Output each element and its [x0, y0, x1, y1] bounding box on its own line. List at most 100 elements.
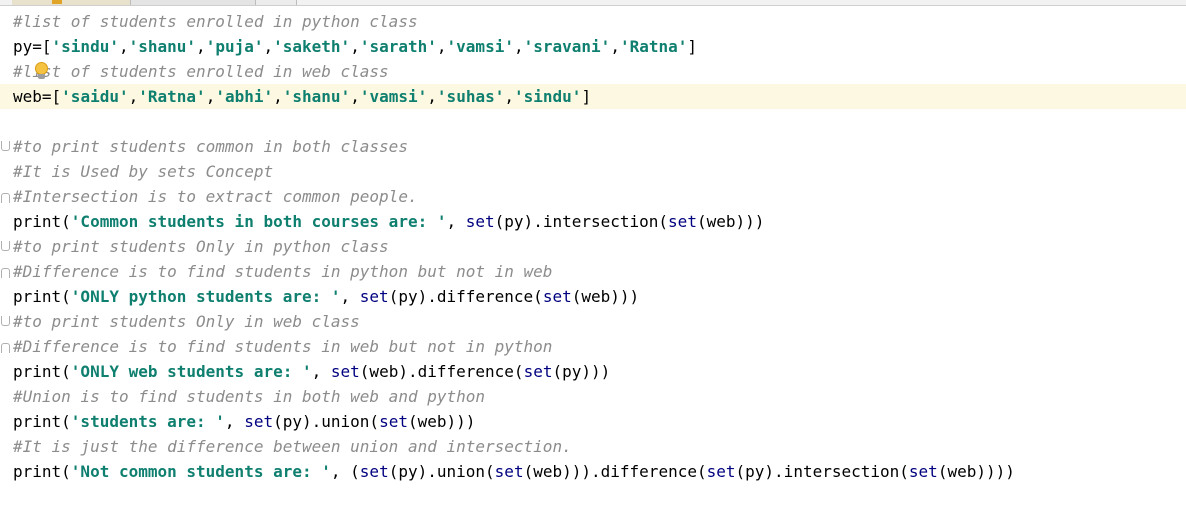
lightbulb-icon[interactable] [35, 62, 48, 80]
code-token-plain: , [224, 412, 245, 431]
code-token-plain: , [273, 87, 283, 106]
code-token-str: 'saketh' [273, 37, 351, 56]
code-token-plain: print( [13, 462, 71, 481]
code-token-builtin: set [465, 212, 495, 231]
code-token-plain: print( [13, 287, 71, 306]
code-line[interactable]: #to print students Only in web class [1, 309, 1186, 334]
code-token-plain: , [128, 87, 139, 106]
code-line[interactable]: #to print students Only in python class [1, 234, 1186, 259]
code-line[interactable] [13, 109, 1186, 134]
code-token-plain: (py))) [552, 362, 611, 381]
code-editor[interactable]: #list of students enrolled in python cla… [0, 9, 1186, 505]
code-token-plain: (web)))) [937, 462, 1015, 481]
fold-end-icon[interactable] [1, 268, 10, 278]
code-line[interactable]: print('ONLY web students are: ', set(web… [13, 359, 1186, 384]
code-token-str: 'vamsi' [446, 37, 514, 56]
code-token-plain: web=[ [13, 87, 62, 106]
code-token-str: 'students are: ' [70, 412, 225, 431]
code-token-comment: #It is just the difference between union… [13, 437, 572, 456]
code-token-builtin: set [494, 462, 524, 481]
editor-gutter[interactable] [0, 6, 10, 505]
fold-start-icon[interactable] [1, 241, 10, 251]
code-line[interactable]: #to print students common in both classe… [1, 134, 1186, 159]
fold-end-icon[interactable] [1, 193, 10, 203]
code-token-plain: , [446, 212, 466, 231]
editor-tab[interactable] [131, 0, 256, 5]
fold-start-icon[interactable] [1, 141, 10, 151]
code-token-comment: #list of students enrolled in python cla… [13, 12, 418, 31]
code-token-plain: , [340, 287, 360, 306]
code-token-str: 'Ratna' [138, 87, 206, 106]
lightbulb-base [38, 74, 45, 79]
code-line[interactable]: print('Common students in both courses a… [13, 209, 1186, 234]
editor-tab-active[interactable] [12, 0, 131, 5]
code-line[interactable]: #It is just the difference between union… [13, 434, 1186, 459]
code-token-comment: #It is Used by sets Concept [13, 162, 274, 181]
code-line[interactable]: #It is Used by sets Concept [13, 159, 1186, 184]
code-token-str: 'sindu' [514, 87, 582, 106]
code-line[interactable]: print('ONLY python students are: ', set(… [13, 284, 1186, 309]
code-line[interactable]: print('Not common students are: ', (set(… [13, 459, 1186, 484]
code-token-plain: (py).difference( [388, 287, 543, 306]
code-token-str: 'sarath' [359, 37, 437, 56]
code-token-str: 'shanu' [282, 87, 351, 106]
code-token-plain: (web))).difference( [523, 462, 707, 481]
code-line[interactable]: #Union is to find students in both web a… [13, 384, 1186, 409]
code-token-str: 'saidu' [61, 87, 129, 106]
code-line[interactable]: #Intersection is to extract common peopl… [1, 184, 1186, 209]
code-token-plain: , [350, 87, 360, 106]
fold-start-icon[interactable] [1, 316, 10, 326]
code-line[interactable]: print('students are: ', set(py).union(se… [13, 409, 1186, 434]
code-token-str: 'sindu' [51, 37, 119, 56]
code-token-str: 'abhi' [215, 87, 274, 106]
code-token-plain: , [311, 362, 331, 381]
code-token-plain: , [504, 87, 514, 106]
code-token-builtin: set [359, 287, 389, 306]
code-token-comment: #Intersection is to extract common peopl… [13, 187, 418, 206]
code-token-plain: , [350, 37, 360, 56]
code-token-plain: , [610, 37, 620, 56]
code-token-builtin: set [542, 287, 572, 306]
code-token-comment: #to print students common in both classe… [13, 137, 408, 156]
code-token-str: 'ONLY web students are: ' [70, 362, 312, 381]
editor-tab-strip[interactable] [0, 0, 1186, 6]
code-token-plain: ] [687, 37, 698, 56]
editor-tab[interactable] [256, 0, 297, 5]
code-line[interactable]: py=['sindu','shanu','puja','saketh','sar… [13, 34, 1186, 59]
code-token-builtin: set [379, 412, 408, 431]
code-token-plain: (web).difference( [359, 362, 524, 381]
code-line[interactable]: #Difference is to find students in web b… [1, 334, 1186, 359]
code-line-current[interactable]: web=['saidu','Ratna','abhi','shanu','vam… [0, 84, 1186, 109]
code-token-str: 'Common students in both courses are: ' [70, 212, 447, 231]
code-token-plain: print( [13, 412, 71, 431]
code-token-plain: (web))) [696, 212, 765, 231]
code-token-comment: #Difference is to find students in web b… [13, 337, 553, 356]
code-token-builtin: set [908, 462, 938, 481]
code-token-plain: , [513, 37, 524, 56]
code-token-str: 'suhas' [436, 87, 505, 106]
code-token-plain: print( [13, 212, 71, 231]
code-line[interactable]: #Difference is to find students in pytho… [1, 259, 1186, 284]
code-line[interactable]: #list of students enrolled in web class [13, 59, 1186, 84]
code-token-comment: #list of students enrolled in web class [13, 62, 389, 81]
code-token-builtin: set [523, 362, 553, 381]
code-token-plain: , [427, 87, 437, 106]
fold-end-icon[interactable] [1, 343, 10, 353]
code-token-plain: (py).union( [273, 412, 380, 431]
code-token-str: 'vamsi' [359, 87, 428, 106]
code-token-plain: , ( [330, 462, 360, 481]
code-token-plain: , [263, 37, 274, 56]
code-token-comment: #Difference is to find students in pytho… [13, 262, 553, 281]
code-token-plain: (py).union( [388, 462, 495, 481]
code-token-builtin: set [706, 462, 736, 481]
code-token-plain: (py).intersection( [494, 212, 669, 231]
code-token-plain: , [436, 37, 447, 56]
code-token-builtin: set [668, 212, 697, 231]
code-token-plain: , [205, 87, 216, 106]
code-line[interactable]: #list of students enrolled in python cla… [13, 9, 1186, 34]
code-token-str: 'Ratna' [619, 37, 688, 56]
code-token-builtin: set [244, 412, 274, 431]
code-token-plain: print( [13, 362, 71, 381]
code-token-plain: ] [581, 87, 592, 106]
code-token-plain: (web))) [407, 412, 476, 431]
